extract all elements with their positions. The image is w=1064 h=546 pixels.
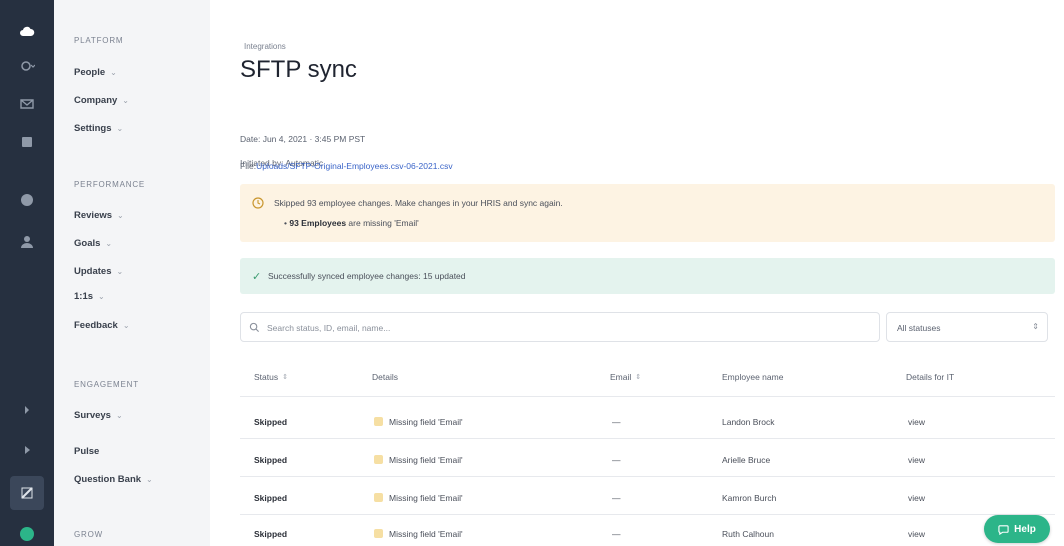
row-details: Missing field 'Email' bbox=[374, 455, 463, 465]
row-divider bbox=[240, 514, 1055, 515]
chevron-down-icon: ⌄ bbox=[117, 211, 124, 220]
search-box[interactable] bbox=[240, 312, 880, 342]
page-title: SFTP sync bbox=[240, 56, 357, 83]
sync-file-link[interactable]: Uploads/SFTP-Original-Employees.csv-06-2… bbox=[256, 161, 453, 171]
nav-item-people[interactable]: People ⌄ bbox=[74, 67, 117, 78]
cloud-logo-icon[interactable] bbox=[17, 22, 37, 42]
nav-section-engagement: ENGAGEMENT bbox=[74, 380, 139, 389]
inbox-icon[interactable] bbox=[17, 94, 37, 114]
globe-icon[interactable] bbox=[17, 190, 37, 210]
success-alert: ✓ Successfully synced employee changes: … bbox=[240, 258, 1055, 294]
warning-message: Skipped 93 employee changes. Make change… bbox=[274, 198, 563, 208]
chevron-down-icon: ⌄ bbox=[110, 68, 117, 77]
column-header-status[interactable]: Status ⇕ bbox=[254, 372, 288, 382]
list-icon[interactable] bbox=[17, 132, 37, 152]
person-icon[interactable] bbox=[17, 232, 37, 252]
row-details: Missing field 'Email' bbox=[374, 417, 463, 427]
status-filter-value: All statuses bbox=[897, 323, 941, 333]
row-email: — bbox=[612, 493, 621, 503]
success-message: Successfully synced employee changes: 15… bbox=[268, 271, 466, 281]
warning-icon bbox=[374, 529, 383, 538]
main-content: Integrations SFTP sync Date: Jun 4, 2021… bbox=[210, 0, 1064, 546]
nav-item-one-on-ones[interactable]: 1:1s ⌄ bbox=[74, 291, 105, 302]
row-view-link[interactable]: view bbox=[908, 455, 925, 465]
row-divider bbox=[240, 476, 1055, 477]
row-view-link[interactable]: view bbox=[908, 493, 925, 503]
nav-section-platform: PLATFORM bbox=[74, 36, 124, 45]
chevron-down-icon: ⌄ bbox=[116, 124, 124, 133]
row-email: — bbox=[612, 455, 621, 465]
header-divider bbox=[240, 396, 1055, 397]
warning-alert: Skipped 93 employee changes. Make change… bbox=[240, 184, 1055, 242]
row-employee-name: Arielle Bruce bbox=[722, 455, 771, 465]
table-row: Skipped Missing field 'Email' — Ruth Cal… bbox=[240, 516, 1055, 546]
table-row: Skipped Missing field 'Email' — Kamron B… bbox=[240, 480, 1055, 514]
row-email: — bbox=[612, 417, 621, 427]
sync-file-line: File:Uploads/SFTP-Original-Employees.csv… bbox=[240, 161, 453, 171]
row-employee-name: Kamron Burch bbox=[722, 493, 777, 503]
nav-item-reviews[interactable]: Reviews ⌄ bbox=[74, 210, 124, 221]
nav-item-pulse[interactable]: Pulse bbox=[74, 446, 99, 457]
row-status: Skipped bbox=[254, 529, 288, 539]
warning-bullet: • 93 Employees are missing 'Email' bbox=[284, 218, 419, 228]
nav-item-company[interactable]: Company ⌄ bbox=[74, 95, 129, 106]
nav-item-updates[interactable]: Updates ⌄ bbox=[74, 266, 123, 277]
status-filter-select[interactable]: All statuses ⇕ bbox=[886, 312, 1048, 342]
chevron-updown-icon: ⇕ bbox=[1032, 322, 1039, 331]
sort-icon: ⇕ bbox=[635, 374, 642, 381]
sort-icon: ⇕ bbox=[282, 374, 288, 381]
warning-icon bbox=[374, 417, 383, 426]
column-header-details: Details bbox=[372, 372, 398, 382]
chat-bubble-icon bbox=[998, 524, 1009, 535]
chevron-down-icon: ⌄ bbox=[146, 475, 153, 484]
chevron-down-icon: ⌄ bbox=[116, 267, 124, 276]
row-view-link[interactable]: view bbox=[908, 417, 925, 427]
user-avatar-icon[interactable] bbox=[17, 524, 37, 544]
row-details: Missing field 'Email' bbox=[374, 493, 463, 503]
row-details: Missing field 'Email' bbox=[374, 529, 463, 539]
table-row: Skipped Missing field 'Email' — Landon B… bbox=[240, 404, 1055, 438]
nav-item-settings[interactable]: Settings ⌄ bbox=[74, 123, 123, 134]
table-row: Skipped Missing field 'Email' — Arielle … bbox=[240, 442, 1055, 476]
nav-section-grow: GROW bbox=[74, 530, 103, 539]
nav-item-feedback[interactable]: Feedback ⌄ bbox=[74, 320, 130, 331]
warning-clock-icon bbox=[252, 197, 264, 209]
row-divider bbox=[240, 438, 1055, 439]
row-view-link[interactable]: view bbox=[908, 529, 925, 539]
settings-menu-icon[interactable] bbox=[17, 56, 37, 76]
row-status: Skipped bbox=[254, 417, 288, 427]
chevron-down-icon: ⌄ bbox=[122, 96, 129, 105]
nav-section-performance: PERFORMANCE bbox=[74, 180, 146, 189]
nav-sidebar: PLATFORM People ⌄ Company ⌄ Settings ⌄ PERF… bbox=[54, 0, 210, 546]
row-status: Skipped bbox=[254, 493, 288, 503]
play-icon[interactable] bbox=[17, 440, 37, 460]
chevron-down-icon: ⌄ bbox=[115, 411, 123, 420]
row-employee-name: Ruth Calhoun bbox=[722, 529, 774, 539]
nav-item-surveys[interactable]: Surveys ⌄ bbox=[74, 410, 123, 421]
warning-icon bbox=[374, 455, 383, 464]
chevron-down-icon: ⌄ bbox=[105, 239, 113, 248]
search-input[interactable] bbox=[265, 319, 869, 337]
icon-rail bbox=[0, 0, 54, 546]
integrations-icon[interactable] bbox=[10, 476, 44, 510]
row-status: Skipped bbox=[254, 455, 288, 465]
nav-item-goals[interactable]: Goals ⌄ bbox=[74, 238, 112, 249]
breadcrumb[interactable]: Integrations bbox=[244, 42, 286, 51]
search-icon bbox=[249, 322, 260, 333]
row-employee-name: Landon Brock bbox=[722, 417, 775, 427]
column-header-details-for-it: Details for IT bbox=[906, 372, 955, 382]
column-header-employee-name: Employee name bbox=[722, 372, 784, 382]
sync-date: Date: Jun 4, 2021 · 3:45 PM PST bbox=[240, 134, 366, 144]
help-button[interactable]: Help bbox=[984, 515, 1050, 543]
row-email: — bbox=[612, 529, 621, 539]
chevron-down-icon: ⌄ bbox=[98, 292, 105, 301]
column-header-email[interactable]: Email ⇕ bbox=[610, 372, 641, 382]
nav-item-question-bank[interactable]: Question Bank ⌄ bbox=[74, 474, 153, 485]
checkmark-icon: ✓ bbox=[252, 271, 262, 283]
help-label: Help bbox=[1014, 523, 1036, 535]
warning-icon bbox=[374, 493, 383, 502]
chevron-right-icon[interactable] bbox=[17, 400, 37, 420]
chevron-down-icon: ⌄ bbox=[122, 321, 130, 330]
